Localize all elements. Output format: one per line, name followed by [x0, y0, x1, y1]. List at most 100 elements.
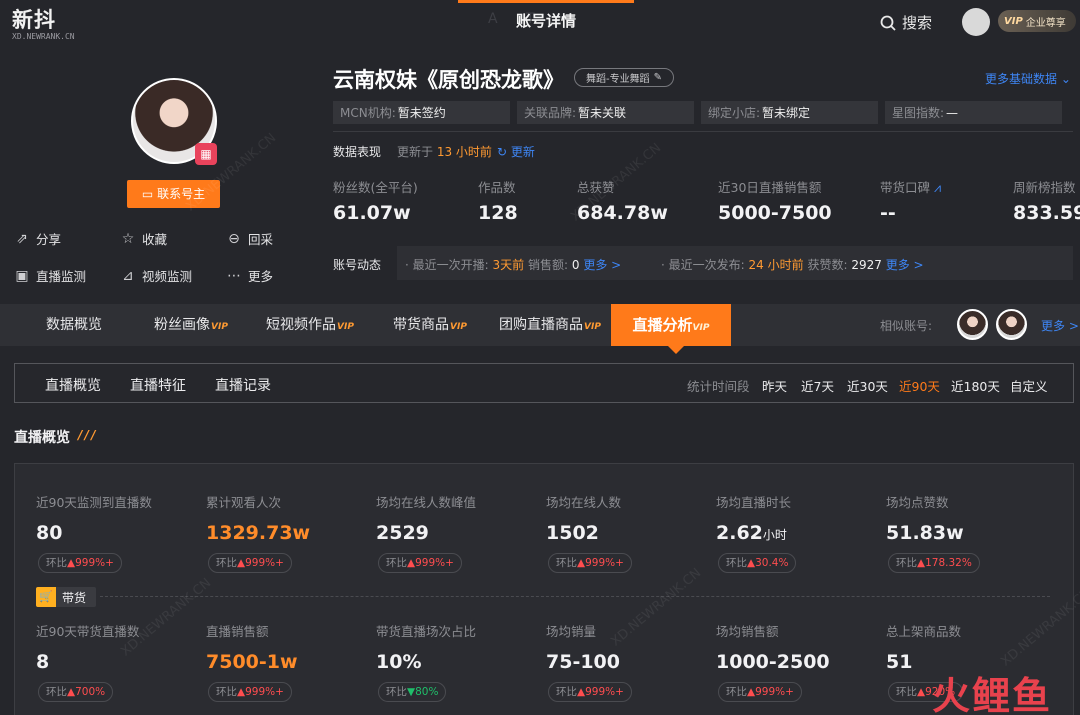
stat-fans-label: 粉丝数(全平台): [333, 177, 418, 196]
dyn-live-prefix: 最近一次开播:: [413, 258, 489, 272]
metric-comparison-badge: 环比▲999%+: [378, 553, 462, 573]
share-label: 分享: [36, 229, 61, 248]
tab-goods[interactable]: 带货商品VIP: [393, 304, 467, 346]
logo[interactable]: 新抖 XD.NEWRANK.CN: [12, 4, 75, 41]
comparison-label: 环比: [556, 557, 577, 569]
metric-label: 近90天监测到直播数: [36, 492, 152, 511]
arrow-up-icon: ▲: [747, 557, 755, 569]
period-yesterday[interactable]: 昨天: [762, 376, 787, 395]
similar-more-link[interactable]: 更多 >: [1041, 317, 1079, 334]
user-avatar[interactable]: [962, 8, 990, 36]
refresh-icon: ↻: [497, 145, 507, 159]
metric-value-number: 10%: [376, 651, 421, 673]
search-button[interactable]: 搜索: [880, 12, 932, 33]
arrow-up-icon: ▲: [917, 557, 925, 569]
tab-live-analysis[interactable]: 直播分析VIP: [611, 304, 731, 346]
arrow-up-icon: ▲: [407, 557, 415, 569]
trend-chart-icon[interactable]: ⩘: [934, 180, 941, 195]
comparison-value: 999%+: [245, 557, 284, 569]
similar-accounts-label: 相似账号:: [880, 317, 932, 334]
comparison-label: 环比: [896, 686, 917, 698]
video-monitor-icon: ⊿: [120, 268, 136, 284]
more-actions-button[interactable]: ⋯ 更多: [226, 266, 273, 285]
chevron-down-icon: ⌄: [1061, 72, 1071, 86]
video-monitor-button[interactable]: ⊿ 视频监测: [120, 266, 192, 285]
comparison-value: 999%+: [585, 686, 624, 698]
vip-tag: VIP: [584, 322, 601, 332]
dyn-sales-value: 0: [572, 258, 580, 272]
metric-value: 1502: [546, 522, 599, 544]
dyn-likes-label: 获赞数:: [807, 258, 847, 272]
comparison-label: 环比: [216, 557, 237, 569]
comparison-value: 80%: [415, 686, 438, 698]
live-overview-title: 直播概览: [14, 427, 70, 447]
dyn-more-live-link[interactable]: 更多 >: [583, 258, 621, 272]
tab-account-detail[interactable]: A T 账号详情: [458, 0, 634, 36]
similar-account-avatar[interactable]: [996, 309, 1027, 340]
arrow-up-icon: ▲: [747, 686, 755, 698]
metric-value: 10%: [376, 651, 421, 673]
comparison-label: 环比: [726, 686, 747, 698]
vip-tag: VIP: [337, 322, 354, 332]
period-180d[interactable]: 近180天: [951, 376, 1000, 395]
share-button[interactable]: ⇗ 分享: [14, 229, 61, 248]
period-label: 统计时间段: [687, 376, 750, 395]
recollect-label: 回采: [248, 229, 273, 248]
info-shop: 绑定小店: 暂未绑定: [701, 101, 878, 124]
tab-short-videos[interactable]: 短视频作品VIP: [266, 304, 354, 346]
arrow-down-icon: ▼: [407, 686, 415, 698]
arrow-up-icon: ▲: [67, 557, 75, 569]
dyn-more-post-link[interactable]: 更多 >: [886, 258, 924, 272]
live-monitor-icon: ▣: [14, 268, 30, 284]
metric-label: 直播销售额: [206, 621, 269, 640]
stat-reputation-value: --: [880, 202, 896, 224]
qr-code-icon[interactable]: ▦: [195, 143, 217, 165]
tab-group-live-goods[interactable]: 团购直播商品VIP: [499, 304, 601, 346]
favorite-button[interactable]: ☆ 收藏: [120, 229, 167, 248]
tab-label: 带货商品: [393, 317, 449, 333]
subtab-live-overview[interactable]: 直播概览: [45, 375, 101, 395]
comparison-value: 999%+: [755, 686, 794, 698]
brand-watermark: 火鲤鱼: [932, 665, 1052, 715]
comparison-label: 环比: [386, 686, 407, 698]
stat-live-sales-label: 近30日直播销售额: [718, 177, 821, 196]
more-basic-data-link[interactable]: 更多基础数据 ⌄: [985, 70, 1071, 87]
goods-badge-label: 带货: [62, 589, 86, 606]
metric-value: 80: [36, 522, 62, 544]
logo-subtext: XD.NEWRANK.CN: [12, 32, 75, 41]
subtab-live-features[interactable]: 直播特征: [130, 375, 186, 395]
metric-value: 2.62小时: [716, 522, 787, 544]
metric-label: 场均在线人数峰值: [376, 492, 476, 511]
period-30d[interactable]: 近30天: [847, 376, 888, 395]
category-tag[interactable]: 舞蹈-专业舞蹈 ✎: [574, 68, 674, 87]
comparison-value: 999%+: [245, 686, 284, 698]
period-90d[interactable]: 近90天: [899, 376, 940, 395]
comparison-value: 30.4%: [755, 557, 788, 569]
title-decoration: / / /: [78, 428, 95, 442]
info-star-index: 星图指数: —: [885, 101, 1062, 124]
tab-label: 团购直播商品: [499, 317, 583, 333]
vip-text: 企业尊享: [1026, 14, 1066, 29]
more-icon: ⋯: [226, 268, 242, 284]
similar-account-avatar[interactable]: [957, 309, 988, 340]
stat-reputation-label: 带货口碑 ⩘: [880, 177, 941, 196]
refresh-button[interactable]: ↻ 更新: [497, 143, 535, 160]
period-7d[interactable]: 近7天: [801, 376, 834, 395]
refresh-label: 更新: [511, 145, 535, 159]
metric-value-number: 75-100: [546, 651, 620, 673]
metric-comparison-badge: 环比▼80%: [378, 682, 446, 702]
tab-data-overview[interactable]: 数据概览: [46, 304, 102, 346]
period-custom[interactable]: 自定义: [1010, 376, 1048, 395]
stat-works-value: 128: [478, 202, 518, 224]
subtab-live-records[interactable]: 直播记录: [215, 375, 271, 395]
metric-unit: 小时: [763, 528, 787, 542]
live-monitor-button[interactable]: ▣ 直播监测: [14, 266, 86, 285]
data-performance-label: 数据表现: [333, 143, 381, 160]
vip-label: VIP: [1004, 16, 1023, 27]
recollect-button[interactable]: ⊖ 回采: [226, 229, 273, 248]
arrow-up-icon: ▲: [917, 686, 925, 698]
metric-value: 51.83w: [886, 522, 964, 544]
tab-fan-profile[interactable]: 粉丝画像VIP: [154, 304, 228, 346]
vip-badge[interactable]: VIP 企业尊享: [998, 10, 1076, 32]
metric-label: 近90天带货直播数: [36, 621, 139, 640]
